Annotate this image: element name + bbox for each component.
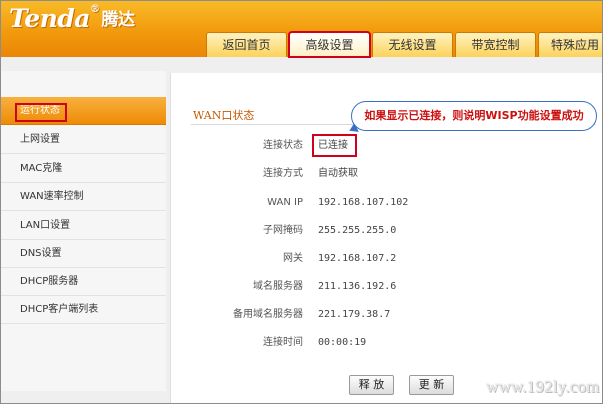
row-connection-time: 连接时间 00:00:19 [171,334,602,352]
sidebar-item-mac-clone[interactable]: MAC克隆 [1,155,166,183]
dns-server-label: 域名服务器 [253,281,303,292]
gateway-label: 网关 [283,253,303,264]
sidebar-item-dns-settings[interactable]: DNS设置 [1,240,166,268]
row-subnet-mask: 子网掩码 255.255.255.0 [171,222,602,240]
row-backup-dns-server: 备用域名服务器 221.179.38.7 [171,306,602,324]
sidebar-item-wan-rate-control[interactable]: WAN速率控制 [1,183,166,211]
logo-text: Tenda [9,4,91,33]
row-connection-status: 连接状态 已连接 [171,137,602,155]
subnet-mask-value: 255.255.255.0 [318,225,397,236]
connection-type-label: 连接方式 [263,168,303,179]
sidebar-item-dhcp-client-list[interactable]: DHCP客户端列表 [1,296,166,324]
tab-home[interactable]: 返回首页 [206,32,287,57]
sidebar-item-internet-settings[interactable]: 上网设置 [1,126,166,154]
sidebar: 运行状态 上网设置 MAC克隆 WAN速率控制 LAN口设置 DNS设置 DHC… [1,71,166,391]
logo-registered-mark: ® [90,4,100,15]
tab-bandwidth-control[interactable]: 带宽控制 [455,32,536,57]
backup-dns-server-label: 备用域名服务器 [233,309,303,320]
connection-status-value: 已连接 [318,140,348,151]
sidebar-item-lan-settings[interactable]: LAN口设置 [1,212,166,240]
backup-dns-server-value: 221.179.38.7 [318,309,391,320]
row-wan-ip: WAN IP 192.168.107.102 [171,194,602,212]
sidebar-item-running-status[interactable]: 运行状态 [1,97,166,125]
row-connection-type: 连接方式 自动获取 [171,165,602,183]
release-button[interactable]: 释 放 [349,375,394,395]
site-watermark: www.192ly.com [486,377,600,396]
tab-advanced-settings[interactable]: 高级设置 [288,31,371,58]
connection-time-value: 00:00:19 [318,337,367,348]
logo-chinese-name: 腾达 [101,10,136,30]
tab-wireless-settings[interactable]: 无线设置 [372,32,453,57]
gateway-value: 192.168.107.2 [318,253,397,264]
connection-status-label: 连接状态 [263,140,303,151]
tab-special-applications[interactable]: 特殊应用 [538,32,602,57]
row-gateway: 网关 192.168.107.2 [171,250,602,268]
row-dns-server: 域名服务器 211.136.192.6 [171,278,602,296]
header-bar: Tenda®腾达 返回首页 高级设置 无线设置 带宽控制 特殊应用 [1,1,602,58]
connection-time-label: 连接时间 [263,337,303,348]
refresh-button[interactable]: 更 新 [409,375,454,395]
subnet-mask-label: 子网掩码 [263,225,303,236]
tenda-logo: Tenda®腾达 [9,4,135,33]
router-admin-window: Tenda®腾达 返回首页 高级设置 无线设置 带宽控制 特殊应用 运行状态 上… [0,0,603,404]
connection-type-value: 自动获取 [318,168,358,179]
wan-ip-value: 192.168.107.102 [318,197,409,208]
wan-ip-label: WAN IP [267,197,303,208]
annotation-callout: 如果显示已连接，则说明WISP功能设置成功 [351,101,597,131]
sidebar-item-dhcp-server[interactable]: DHCP服务器 [1,268,166,296]
main-panel: WAN口状态 如果显示已连接，则说明WISP功能设置成功 连接状态 已连接 连接… [170,73,602,403]
section-title: WAN口状态 [193,109,255,122]
dns-server-value: 211.136.192.6 [318,281,397,292]
